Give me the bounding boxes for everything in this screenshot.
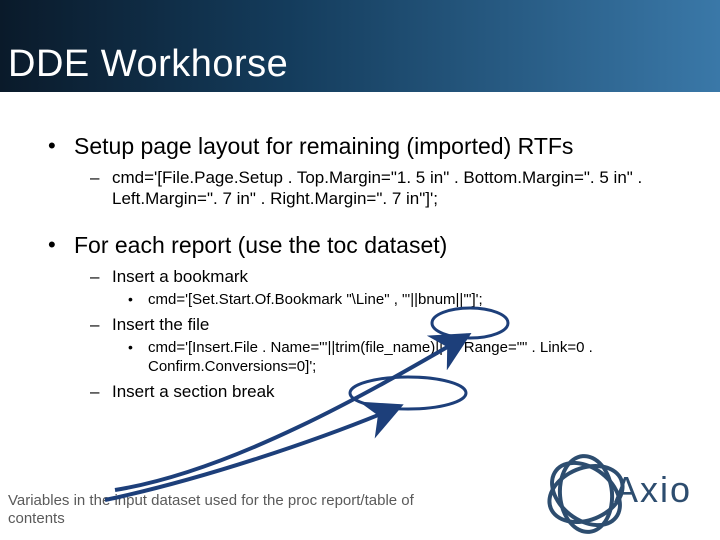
bullet-text: For each report (use the toc dataset): [74, 232, 447, 258]
sub-bullet-text: cmd='[File.Page.Setup . Top.Margin="1. 5…: [112, 168, 642, 208]
detail-bullet: cmd='[Insert.File . Name="'||trim(file_n…: [148, 339, 680, 377]
title-band: DDE Workhorse: [0, 0, 720, 92]
detail-text: cmd='[Insert.File . Name="'||trim(file_n…: [148, 339, 593, 375]
logo-text: Axio: [614, 469, 692, 511]
slide-title: DDE Workhorse: [0, 43, 288, 92]
bullet-item: Setup page layout for remaining (importe…: [74, 132, 680, 209]
sub-bullet: Insert the file cmd='[Insert.File . Name…: [112, 314, 680, 377]
bullet-text: Setup page layout for remaining (importe…: [74, 133, 573, 159]
variables-caption: Variables in the input dataset used for …: [8, 492, 448, 528]
slide-body: Setup page layout for remaining (importe…: [0, 110, 720, 402]
sub-bullet: cmd='[File.Page.Setup . Top.Margin="1. 5…: [112, 167, 680, 210]
detail-bullet: cmd='[Set.Start.Of.Bookmark "\Line" , "'…: [148, 291, 680, 310]
detail-text: cmd='[Set.Start.Of.Bookmark "\Line" , "'…: [148, 291, 483, 308]
sub-bullet-text: Insert the file: [112, 315, 209, 334]
sub-bullet-text: Insert a section break: [112, 382, 275, 401]
bullet-item: For each report (use the toc dataset) In…: [74, 231, 680, 402]
sub-bullet-text: Insert a bookmark: [112, 267, 248, 286]
axio-logo: Axio: [546, 458, 692, 522]
sub-bullet: Insert a section break: [112, 381, 680, 402]
logo-swirl-icon: [546, 458, 620, 522]
sub-bullet: Insert a bookmark cmd='[Set.Start.Of.Boo…: [112, 266, 680, 310]
